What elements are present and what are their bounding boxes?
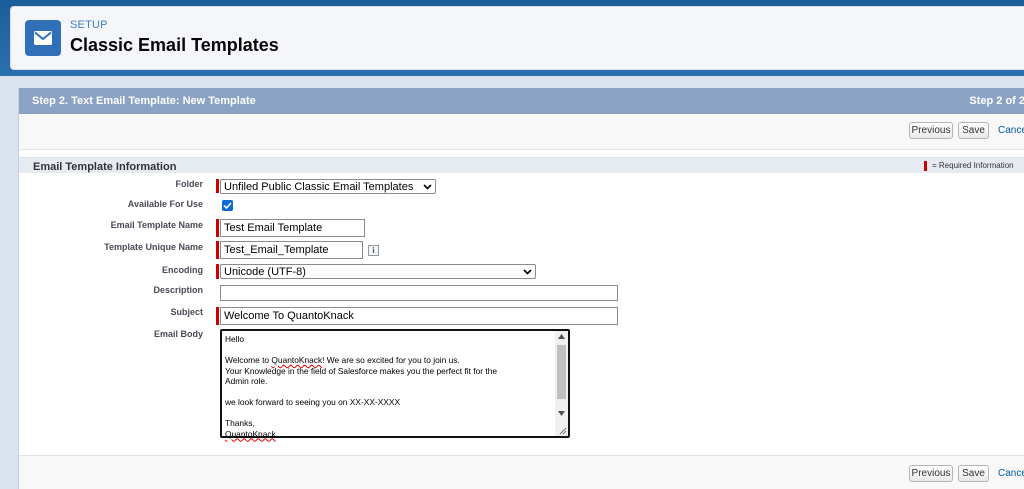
email-body-label: Email Body bbox=[153, 329, 203, 339]
folder-select[interactable]: Unfiled Public Classic Email Templates bbox=[220, 179, 436, 194]
cancel-link[interactable]: Cancel bbox=[998, 125, 1024, 136]
step-bar: Step 2. Text Email Template: New Templat… bbox=[19, 88, 1024, 114]
previous-button[interactable]: Previous bbox=[909, 465, 953, 482]
template-name-label: Email Template Name bbox=[110, 220, 203, 230]
body-text: Welcome to bbox=[225, 355, 272, 365]
resize-handle-icon bbox=[559, 427, 567, 435]
chevron-down-icon bbox=[523, 268, 532, 275]
required-marker bbox=[924, 161, 927, 171]
subject-label: Subject bbox=[170, 307, 203, 317]
body-text: ! We are so excited for you to join us. bbox=[322, 355, 460, 365]
required-legend: = Required Information bbox=[924, 161, 1014, 171]
unique-name-label: Template Unique Name bbox=[104, 242, 203, 252]
available-checkbox[interactable] bbox=[222, 200, 233, 211]
page-title: Classic Email Templates bbox=[70, 35, 279, 55]
required-legend-text: = Required Information bbox=[932, 161, 1014, 171]
folder-required-marker bbox=[216, 179, 219, 193]
unique-name-required-marker bbox=[216, 241, 219, 259]
misspelled-word: QuantoKnack bbox=[271, 355, 323, 365]
step-count: Step 2 of 2 bbox=[969, 95, 1024, 107]
available-label: Available For Use bbox=[127, 199, 203, 209]
top-button-bar: Previous Save Cancel bbox=[19, 114, 1024, 150]
body-line: Your Knowledge in the field of Salesforc… bbox=[225, 365, 498, 376]
save-button[interactable]: Save bbox=[958, 465, 989, 482]
folder-value: Unfiled Public Classic Email Templates bbox=[224, 180, 414, 193]
body-line bbox=[225, 408, 227, 418]
info-icon[interactable]: i bbox=[368, 245, 379, 256]
save-button[interactable]: Save bbox=[958, 122, 989, 139]
body-line: Thanks, bbox=[225, 418, 255, 428]
subject-required-marker bbox=[216, 307, 219, 325]
body-line: we look forward to seeing you on XX-XX-X… bbox=[225, 397, 401, 407]
setup-header: SETUP Classic Email Templates bbox=[10, 6, 1024, 70]
bottom-button-bar: Previous Save Cancel bbox=[19, 455, 1024, 489]
wizard-panel: Step 2. Text Email Template: New Templat… bbox=[18, 88, 1024, 489]
template-name-required-marker bbox=[216, 219, 219, 237]
encoding-select[interactable]: Unicode (UTF-8) bbox=[220, 264, 536, 279]
subject-input[interactable]: Welcome To QuantoKnack bbox=[220, 307, 618, 325]
description-input[interactable] bbox=[220, 285, 618, 301]
section-title: Email Template Information bbox=[33, 161, 177, 173]
body-line: Welcome to QuantoKnack! We are so excite… bbox=[225, 355, 460, 365]
encoding-label: Encoding bbox=[162, 265, 203, 275]
previous-button[interactable]: Previous bbox=[909, 122, 953, 139]
encoding-required-marker bbox=[216, 264, 219, 279]
chevron-down-icon bbox=[423, 183, 432, 190]
folder-label: Folder bbox=[175, 179, 203, 189]
body-line: Hello bbox=[225, 334, 245, 344]
email-body-textarea[interactable]: Hello Welcome to QuantoKnack! We are so … bbox=[220, 329, 570, 439]
scroll-up-icon bbox=[558, 334, 565, 339]
envelope-icon bbox=[25, 20, 61, 56]
description-label: Description bbox=[153, 285, 203, 295]
body-line bbox=[225, 345, 227, 355]
body-line: Admin role. bbox=[225, 376, 268, 386]
scrollbar-thumb[interactable] bbox=[557, 345, 566, 399]
template-name-input[interactable]: Test Email Template bbox=[220, 219, 365, 237]
cancel-link[interactable]: Cancel bbox=[998, 468, 1024, 479]
setup-eyebrow: SETUP bbox=[70, 19, 108, 31]
body-line bbox=[225, 387, 227, 397]
step-title: Step 2. Text Email Template: New Templat… bbox=[32, 95, 256, 107]
checkmark-icon bbox=[223, 202, 232, 209]
textarea-scrollbar[interactable] bbox=[555, 331, 568, 436]
scroll-down-icon bbox=[558, 411, 565, 416]
section-header: Email Template Information = Required In… bbox=[19, 157, 1024, 173]
misspelled-word: QuantoKnack bbox=[225, 428, 276, 439]
encoding-value: Unicode (UTF-8) bbox=[224, 265, 306, 278]
email-body-text: Hello Welcome to QuantoKnack! We are so … bbox=[225, 334, 555, 439]
unique-name-input[interactable]: Test_Email_Template bbox=[220, 241, 363, 259]
